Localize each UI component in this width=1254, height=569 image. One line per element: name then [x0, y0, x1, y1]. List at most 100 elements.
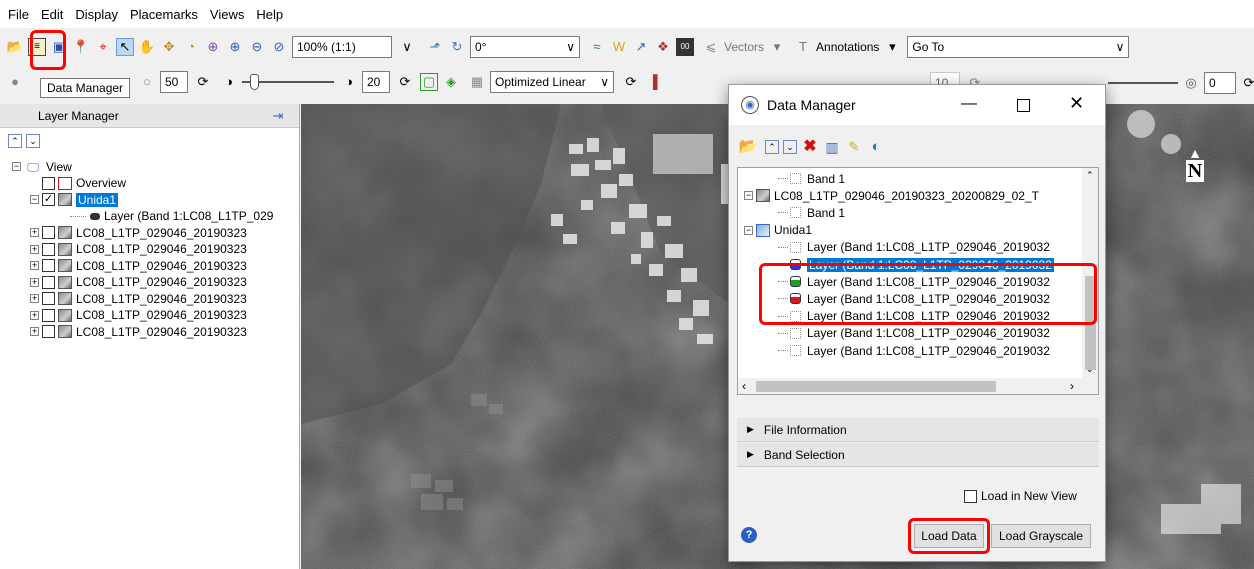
horizontal-scroll-thumb[interactable]	[756, 381, 996, 392]
collapse-all-icon[interactable]: ⌄	[783, 140, 797, 154]
scroll-left-icon[interactable]: ‹	[742, 379, 746, 393]
layer-tree-item[interactable]: + LC08_L1TP_029046_20190323	[30, 257, 247, 274]
contrast-slider[interactable]	[242, 71, 334, 93]
histogram-icon[interactable]: ▐	[644, 73, 662, 91]
open-file-icon[interactable]: 📂	[739, 138, 758, 156]
menu-display[interactable]: Display	[75, 7, 118, 22]
scroll-right-icon[interactable]: ›	[1070, 379, 1074, 393]
expand-all-icon[interactable]: ⌃	[765, 140, 779, 154]
layer-visibility-checkbox[interactable]: ✓	[42, 193, 55, 206]
transparency-slider[interactable]	[1108, 72, 1178, 94]
goto-select[interactable]: Go To ∨	[907, 36, 1130, 58]
layer-tree-item[interactable]: + LC08_L1TP_029046_20190323	[30, 274, 247, 291]
layer-visibility-checkbox[interactable]	[42, 176, 55, 190]
globe-icon[interactable]: ◐	[867, 138, 885, 156]
expand-toggle-icon[interactable]: +	[30, 228, 39, 237]
crosshair-icon[interactable]: ⌖	[94, 38, 112, 56]
collapse-toggle-icon[interactable]: −	[744, 225, 753, 235]
zoom-full-icon[interactable]: ⊘	[270, 38, 288, 56]
layer-visibility-checkbox[interactable]	[42, 292, 55, 305]
expand-toggle-icon[interactable]: +	[30, 294, 39, 303]
layer-tree-item[interactable]: + LC08_L1TP_029046_20190323	[30, 241, 247, 258]
open-file-icon[interactable]: 📂	[6, 38, 24, 56]
contrast-thumb[interactable]	[250, 74, 259, 90]
data-tree-item[interactable]: Layer (Band 1:LC08_L1TP_029046_2019032	[778, 239, 1050, 256]
menu-views[interactable]: Views	[210, 7, 244, 22]
close-icon[interactable]: ✕	[1069, 93, 1084, 114]
annotations-dropdown-icon[interactable]: ▾	[883, 38, 901, 56]
pin-icon[interactable]: ✎	[845, 138, 863, 156]
fly-icon[interactable]: ✥	[160, 38, 178, 56]
contrast-value-field[interactable]: 20	[362, 71, 390, 93]
transparency-value-field[interactable]: 0	[1204, 72, 1236, 94]
horizontal-scrollbar[interactable]: ‹ ›	[738, 378, 1098, 394]
vectors-menu[interactable]: Vectors	[724, 40, 764, 54]
data-tree-item[interactable]: Band 1	[778, 204, 845, 221]
layer-tree-item[interactable]: − ✓ Unida1	[30, 191, 119, 208]
help-icon[interactable]: ?	[741, 527, 757, 543]
maximize-icon[interactable]	[1017, 99, 1030, 112]
menu-help[interactable]: Help	[256, 7, 283, 22]
close-all-files-icon[interactable]: ▥	[823, 138, 841, 156]
display-mode-icon[interactable]: 00	[676, 38, 694, 56]
rotate-view-icon[interactable]: ↻	[448, 38, 466, 56]
expand-toggle-icon[interactable]: +	[30, 277, 39, 287]
zoom-select[interactable]: 100% (1:1)	[292, 36, 392, 58]
reset-transparency-icon[interactable]: ⟳	[1240, 74, 1254, 92]
move-down-icon[interactable]: ⌄	[26, 134, 40, 148]
menu-file[interactable]: File	[8, 7, 29, 22]
expand-toggle-icon[interactable]: +	[30, 244, 39, 254]
menu-edit[interactable]: Edit	[41, 7, 63, 22]
layer-tree-item[interactable]: − 🖵 View	[12, 158, 72, 175]
layer-tree-item[interactable]: + LC08_L1TP_029046_20190323	[30, 290, 247, 307]
vectors-icon[interactable]: ⩽	[702, 38, 720, 56]
chip-icon[interactable]: ❖	[654, 38, 672, 56]
annotations-icon[interactable]: T	[794, 38, 812, 56]
layer-visibility-checkbox[interactable]	[42, 308, 55, 322]
expand-toggle-icon[interactable]: −	[30, 195, 39, 204]
expand-toggle-icon[interactable]: +	[30, 327, 39, 336]
pin-icon[interactable]: ⇥	[269, 107, 287, 125]
zoom-dropdown-icon[interactable]: ∨	[398, 38, 416, 56]
remove-icon[interactable]: ✖	[801, 138, 819, 156]
portal-icon[interactable]: ≈	[588, 38, 606, 56]
vectors-dropdown-icon[interactable]: ▾	[768, 38, 786, 56]
collapse-toggle-icon[interactable]: −	[12, 162, 21, 171]
minimize-icon[interactable]: —	[961, 95, 977, 113]
reset-contrast-icon[interactable]: ⟳	[396, 73, 414, 91]
layer-tree-item[interactable]: + LC08_L1TP_029046_20190323	[30, 224, 247, 241]
rotate-north-icon[interactable]: ⬏	[426, 38, 444, 56]
zoom-out-icon[interactable]: ⊖	[248, 38, 266, 56]
expand-toggle-icon[interactable]: +	[30, 310, 39, 320]
scroll-down-icon[interactable]: ⌄	[1086, 364, 1094, 375]
placemark-icon[interactable]: 📍	[72, 38, 90, 56]
annotations-menu[interactable]: Annotations	[816, 40, 879, 54]
scroll-up-icon[interactable]: ⌃	[1086, 170, 1094, 181]
zoom-in-icon[interactable]: ⊕	[226, 38, 244, 56]
rotation-select[interactable]: 0° ∨	[470, 36, 580, 58]
expand-toggle-icon[interactable]: +	[30, 261, 39, 270]
data-tree-item[interactable]: Layer (Band 1:LC08_L1TP_029046_2019032	[778, 325, 1050, 342]
data-tree-item[interactable]: − LC08_L1TP_029046_20190323_20200829_02_T	[744, 187, 1039, 204]
stretch-select[interactable]: Optimized Linear ∨	[490, 71, 614, 93]
data-tree-item[interactable]: Band 1	[778, 170, 845, 187]
move-up-icon[interactable]: ⌃	[8, 134, 22, 148]
layer-visibility-checkbox[interactable]	[42, 226, 55, 239]
layer-visibility-checkbox[interactable]	[42, 259, 55, 272]
file-information-section[interactable]: ▶ File Information	[737, 418, 1099, 442]
load-new-view-option[interactable]: Load in New View	[964, 489, 1077, 503]
center-view-icon[interactable]: ◈	[442, 73, 460, 91]
collapse-toggle-icon[interactable]: −	[744, 191, 753, 201]
zoom-icon[interactable]: ⊕	[204, 38, 222, 56]
layer-visibility-checkbox[interactable]	[42, 325, 55, 338]
reset-stretch-icon[interactable]: ⟳	[622, 73, 640, 91]
data-tree-item[interactable]: − Unida1	[744, 222, 812, 239]
pan-hand-icon[interactable]: ✋	[138, 38, 156, 56]
band-selection-section[interactable]: ▶ Band Selection	[737, 443, 1099, 467]
load-grayscale-button[interactable]: Load Grayscale	[991, 524, 1091, 548]
load-new-view-checkbox[interactable]	[964, 489, 977, 503]
rotate-icon[interactable]: ◔	[182, 38, 200, 56]
fit-view-icon[interactable]: ▢	[420, 73, 438, 91]
data-tree-item[interactable]: Layer (Band 1:LC08_L1TP_029046_2019032	[778, 342, 1050, 359]
reset-brightness-icon[interactable]: ⟳	[194, 73, 212, 91]
